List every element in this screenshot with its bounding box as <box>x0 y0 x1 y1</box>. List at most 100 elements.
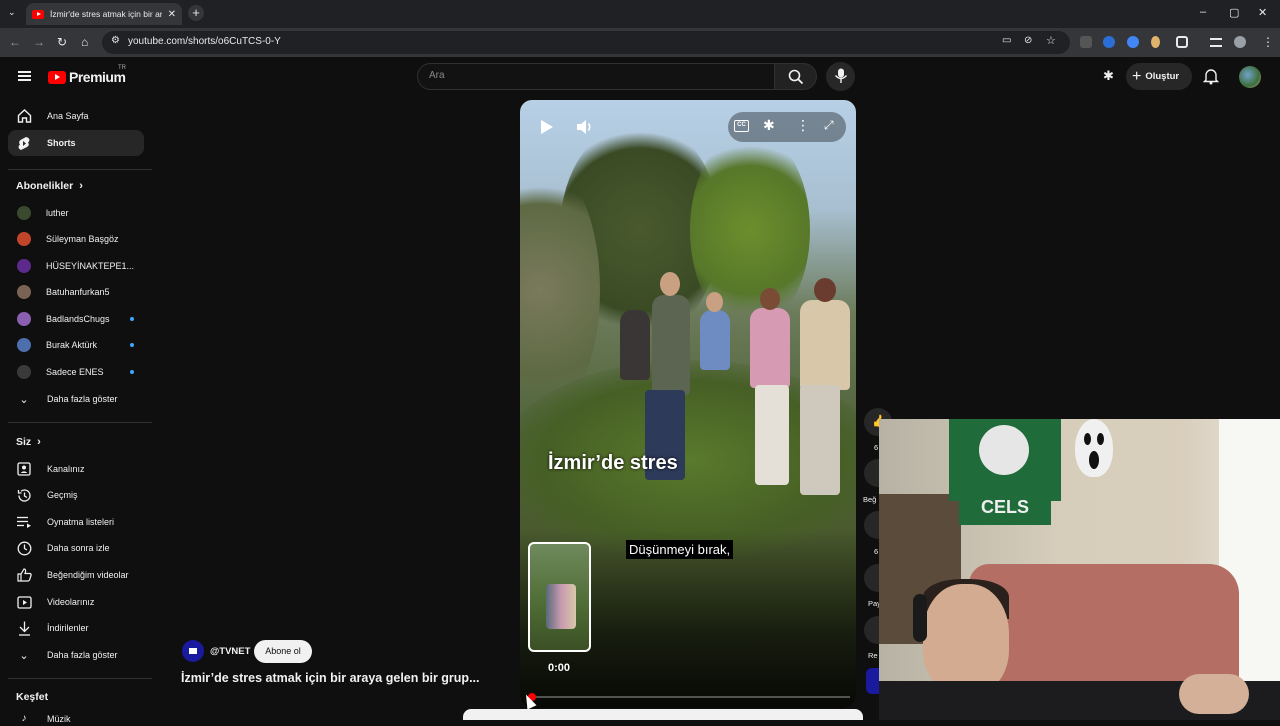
captions-button[interactable]: CC <box>734 120 749 132</box>
sidebar-item-subscription[interactable]: Süleyman Başgöz <box>8 226 144 252</box>
profile-avatar-icon[interactable] <box>1234 36 1246 48</box>
subscriptions-heading[interactable]: Abonelikler › <box>16 180 83 192</box>
extensions-puzzle-icon[interactable] <box>1176 36 1188 48</box>
sidebar-item-subscription[interactable]: luther <box>8 200 144 226</box>
play-button[interactable] <box>540 119 554 135</box>
address-bar[interactable]: ⚙ youtube.com/shorts/o6CuTCS-0-Y ▭ ⊘ ☆ <box>102 31 1070 54</box>
search-input[interactable] <box>429 70 759 81</box>
short-title[interactable]: İzmir’de stres atmak için bir araya gele… <box>181 671 480 685</box>
reload-icon[interactable]: ↻ <box>57 35 67 49</box>
extension-icon-1[interactable] <box>1080 36 1092 48</box>
webcam-headset <box>913 594 927 642</box>
sidebar-item-label: Kanalınız <box>47 464 85 474</box>
bookmark-star-icon[interactable]: ☆ <box>1046 34 1056 47</box>
short-video-player[interactable]: CC ✱ ⋮ ⤢ İzmir’de stres Düşünmeyi bırak,… <box>520 100 856 708</box>
sidebar-item-your-videos[interactable]: Videolarınız <box>8 589 144 615</box>
webcam-person <box>923 584 1009 694</box>
maximize-icon[interactable]: ▢ <box>1229 6 1239 19</box>
sidebar-item-watch-later[interactable]: Daha sonra izle <box>8 535 144 561</box>
sidebar-item-history[interactable]: Geçmiş <box>8 482 144 508</box>
youtube-premium-logo[interactable]: Premium TR <box>48 65 126 85</box>
sidebar-item-subscription[interactable]: Sadece ENES <box>8 359 144 385</box>
downloads-icon <box>16 620 32 636</box>
volume-button[interactable] <box>576 119 594 140</box>
webcam-overlay: CELS <box>879 419 1280 720</box>
search-button[interactable] <box>775 63 817 90</box>
channel-icon <box>16 461 32 477</box>
url-text[interactable]: youtube.com/shorts/o6CuTCS-0-Y <box>128 36 281 47</box>
chevron-right-icon: › <box>79 180 83 192</box>
account-avatar[interactable] <box>1239 66 1261 88</box>
sidebar-item-home[interactable]: Ana Sayfa <box>8 103 144 129</box>
play-icon <box>541 120 553 134</box>
browser-tab-title: İzmir'de stres atmak için bir araya <box>50 9 162 19</box>
you-heading[interactable]: Siz › <box>16 436 41 448</box>
sidebar-item-subscription[interactable]: Burak Aktürk <box>8 332 144 358</box>
create-label: Oluştur <box>1145 71 1180 82</box>
channel-avatar <box>17 338 31 352</box>
sidebar-item-label: İndirilenler <box>47 623 89 633</box>
sidebar-item-liked-videos[interactable]: Beğendiğim videolar <box>8 562 144 588</box>
notifications-bell-icon[interactable] <box>1203 68 1219 85</box>
sidebar-item-subscription[interactable]: Batuhanfurkan5 <box>8 279 144 305</box>
cast-icon[interactable]: ▭ <box>1002 35 1011 46</box>
reading-list-icon[interactable] <box>1210 38 1222 47</box>
back-icon[interactable]: ← <box>9 35 21 49</box>
extension-icon-3[interactable] <box>1127 36 1139 48</box>
sidebar-item-downloads[interactable]: İndirilenler <box>8 615 144 641</box>
close-window-icon[interactable]: ✕ <box>1258 6 1267 19</box>
sidebar-item-your-channel[interactable]: Kanalınız <box>8 456 144 482</box>
video-person <box>750 308 790 388</box>
youtube-favicon-icon <box>32 9 44 19</box>
extension-icon-4[interactable] <box>1151 36 1160 48</box>
show-more-you[interactable]: ⌄ Daha fazla göster <box>8 642 144 668</box>
home-button-icon[interactable]: ⌂ <box>81 35 88 49</box>
like-count: 6 <box>874 443 879 452</box>
subscribe-button[interactable]: Abone ol <box>254 640 312 663</box>
mask-mouth <box>1089 451 1099 469</box>
fullscreen-icon[interactable]: ⤢ <box>824 118 834 133</box>
sidebar-item-label: luther <box>46 208 69 218</box>
show-more-subscriptions[interactable]: ⌄ Daha fazla göster <box>8 386 144 412</box>
shorts-header-icon[interactable]: ✱ <box>1103 68 1114 84</box>
sidebar-item-subscription[interactable]: HÜSEYİNAKTEPE1... <box>8 253 144 279</box>
sidebar-item-shorts[interactable]: Shorts <box>8 130 144 156</box>
dislike-label: Beğ <box>863 495 877 504</box>
sidebar-item-label: BadlandsChugs <box>46 314 110 324</box>
seek-preview-thumbnail <box>546 584 576 629</box>
search-box[interactable] <box>417 63 775 90</box>
tab-list-chevron-icon[interactable]: ⌄ <box>8 7 16 18</box>
voice-search-button[interactable] <box>826 62 855 91</box>
close-tab-icon[interactable]: ✕ <box>168 9 176 20</box>
browser-menu-icon[interactable]: ⋮ <box>1262 35 1274 49</box>
shorts-remix-icon[interactable]: ✱ <box>763 117 775 134</box>
channel-avatar[interactable] <box>182 640 204 662</box>
more-options-icon[interactable]: ⋮ <box>796 117 810 134</box>
new-content-dot <box>130 343 134 347</box>
minimize-icon[interactable]: – <box>1200 6 1206 18</box>
site-info-icon[interactable]: ⚙ <box>111 35 120 46</box>
webcam-flag-text: CELS <box>959 497 1051 525</box>
mask-eye <box>1084 433 1091 445</box>
sidebar-item-music[interactable]: ♪ Müzik <box>8 710 144 726</box>
browser-tab[interactable]: İzmir'de stres atmak için bir araya ✕ <box>26 3 182 25</box>
home-icon <box>16 108 32 124</box>
video-caption: İzmir’de stres <box>548 452 678 474</box>
video-person <box>660 272 680 296</box>
video-subtitle: Düşünmeyi bırak, <box>626 540 734 559</box>
new-tab-button[interactable]: + <box>188 5 204 21</box>
guide-menu-icon[interactable] <box>18 71 31 81</box>
webcam-sofa <box>969 564 1239 684</box>
channel-handle[interactable]: @TVNET <box>210 646 250 657</box>
sidebar-item-playlists[interactable]: Oynatma listeleri <box>8 509 144 535</box>
new-content-dot <box>130 317 134 321</box>
sidebar-item-label: Videolarınız <box>47 597 95 607</box>
eye-off-icon[interactable]: ⊘ <box>1024 35 1032 46</box>
channel-avatar <box>17 206 31 220</box>
extension-icon-2[interactable] <box>1103 36 1115 48</box>
sidebar-item-subscription[interactable]: BadlandsChugs <box>8 306 144 332</box>
progress-bar[interactable] <box>528 693 850 701</box>
browser-tab-strip: ⌄ İzmir'de stres atmak için bir araya ✕ … <box>0 0 1280 28</box>
create-button[interactable]: + Oluştur <box>1126 63 1192 90</box>
forward-icon[interactable]: → <box>33 35 45 49</box>
